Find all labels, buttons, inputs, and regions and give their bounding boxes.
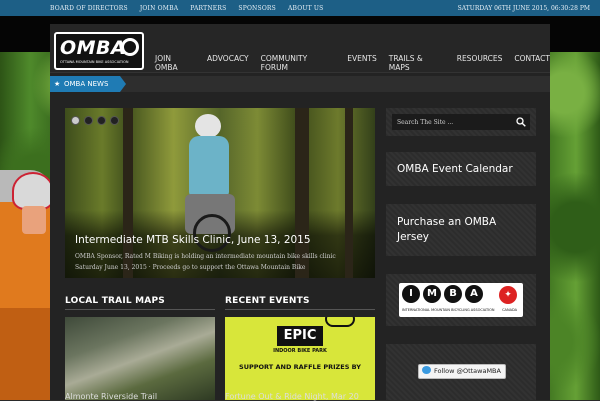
jersey-link[interactable]: Purchase an OMBA Jersey bbox=[397, 215, 496, 245]
imba-letter: A bbox=[465, 285, 483, 303]
top-link-board[interactable]: BOARD OF DIRECTORS bbox=[50, 5, 128, 12]
nav-advocacy[interactable]: ADVOCACY bbox=[207, 54, 249, 72]
main-nav: JOIN OMBA ADVOCACY COMMUNITY FORUM EVENT… bbox=[155, 54, 550, 72]
top-link-about[interactable]: ABOUT US bbox=[288, 5, 324, 12]
section-title-trail-maps: LOCAL TRAIL MAPS bbox=[65, 296, 165, 306]
cyclist-body bbox=[189, 136, 229, 196]
twitter-follow-button[interactable]: Follow @OttawaMBA bbox=[418, 364, 506, 379]
twitter-bird-icon bbox=[422, 366, 431, 374]
trail-map-thumbnail[interactable] bbox=[65, 317, 215, 400]
cyclist-helmet bbox=[195, 114, 221, 138]
bike-icon bbox=[325, 317, 355, 327]
calendar-link[interactable]: OMBA Event Calendar bbox=[397, 162, 513, 177]
jersey-line: Purchase an OMBA bbox=[397, 216, 497, 228]
top-link-sponsors[interactable]: SPONSORS bbox=[238, 5, 276, 12]
twitter-widget: Follow @OttawaMBA bbox=[386, 344, 536, 400]
top-link-partners[interactable]: PARTNERS bbox=[190, 5, 226, 12]
omba-logo[interactable]: OMBA OTTAWA MOUNTAIN BIKE ASSOCIATION bbox=[54, 32, 144, 70]
search-input[interactable] bbox=[392, 114, 512, 130]
news-tab-label: OMBA NEWS bbox=[64, 80, 109, 88]
main-container: OMBA OTTAWA MOUNTAIN BIKE ASSOCIATION JO… bbox=[50, 24, 550, 401]
slider-dot[interactable] bbox=[84, 116, 93, 125]
imba-widget: I M B A ✦ INTERNATIONAL MOUNTAIN BICYCLI… bbox=[386, 274, 536, 326]
logo-subtitle: OTTAWA MOUNTAIN BIKE ASSOCIATION bbox=[60, 60, 129, 64]
section-divider bbox=[65, 309, 215, 310]
featured-slider[interactable]: Intermediate MTB Skills Clinic, June 13,… bbox=[65, 108, 375, 278]
nav-contact[interactable]: CONTACT bbox=[514, 54, 550, 72]
slider-excerpt: OMBA Sponsor, Rated M Biking is holding … bbox=[75, 251, 365, 273]
top-link-join[interactable]: JOIN OMBA bbox=[140, 5, 178, 12]
nav-events[interactable]: EVENTS bbox=[347, 54, 377, 72]
imba-name: INTERNATIONAL MOUNTAIN BICYCLING ASSOCIA… bbox=[402, 308, 495, 312]
slider-excerpt-line: Saturday June 13, 2015 · Proceeds go to … bbox=[75, 264, 306, 271]
imba-logo[interactable]: I M B A ✦ INTERNATIONAL MOUNTAIN BICYCLI… bbox=[399, 283, 523, 317]
imba-letter: M bbox=[423, 285, 441, 303]
section-divider bbox=[225, 309, 375, 310]
imba-country: CANADA bbox=[502, 308, 517, 312]
rider-photo bbox=[0, 170, 54, 400]
slider-title[interactable]: Intermediate MTB Skills Clinic, June 13,… bbox=[75, 234, 311, 246]
follow-label: Follow @OttawaMBA bbox=[434, 367, 501, 375]
top-date: SATURDAY 06TH JUNE 2015, 06:30:28 PM bbox=[457, 5, 590, 12]
site-header: OMBA OTTAWA MOUNTAIN BIKE ASSOCIATION JO… bbox=[50, 24, 550, 73]
search-box bbox=[392, 114, 530, 130]
jersey-widget[interactable]: Purchase an OMBA Jersey bbox=[386, 204, 536, 256]
search-icon[interactable] bbox=[516, 117, 526, 127]
maple-leaf-icon: ✦ bbox=[499, 286, 517, 304]
rider-face bbox=[22, 206, 46, 234]
imba-letter: I bbox=[402, 285, 420, 303]
nav-trails[interactable]: TRAILS & MAPS bbox=[389, 54, 445, 72]
calendar-widget[interactable]: OMBA Event Calendar bbox=[386, 152, 536, 186]
nav-join[interactable]: JOIN OMBA bbox=[155, 54, 195, 72]
news-tab[interactable]: ★ OMBA NEWS bbox=[50, 76, 126, 92]
nav-resources[interactable]: RESOURCES bbox=[457, 54, 503, 72]
section-title-recent-events: RECENT EVENTS bbox=[225, 296, 310, 306]
news-bar: ★ OMBA NEWS bbox=[50, 76, 550, 92]
imba-letter: B bbox=[444, 285, 462, 303]
slider-excerpt-line: OMBA Sponsor, Rated M Biking is holding … bbox=[75, 253, 336, 260]
bike-wheel bbox=[193, 214, 231, 252]
imba-letters: I M B A bbox=[402, 285, 483, 303]
event-logo: EPIC bbox=[277, 326, 323, 346]
search-widget bbox=[386, 108, 536, 136]
rider-helmet bbox=[12, 172, 54, 210]
star-icon: ★ bbox=[54, 80, 61, 88]
top-bar: BOARD OF DIRECTORS JOIN OMBA PARTNERS SP… bbox=[0, 0, 600, 16]
chainring-icon bbox=[121, 38, 139, 56]
slider-dots bbox=[71, 116, 119, 125]
slider-dot[interactable] bbox=[110, 116, 119, 125]
jersey-line: Jersey bbox=[397, 231, 430, 243]
slider-dot[interactable] bbox=[97, 116, 106, 125]
event-thumbnail[interactable]: EPIC INDOOR BIKE PARK SUPPORT AND RAFFLE… bbox=[225, 317, 375, 400]
event-prizes: SUPPORT AND RAFFLE PRIZES BY bbox=[239, 363, 361, 371]
top-links: BOARD OF DIRECTORS JOIN OMBA PARTNERS SP… bbox=[50, 5, 323, 12]
slider-dot[interactable] bbox=[71, 116, 80, 125]
event-subtitle: INDOOR BIKE PARK bbox=[273, 348, 327, 354]
nav-forum[interactable]: COMMUNITY FORUM bbox=[261, 54, 336, 72]
logo-word: OMBA bbox=[60, 37, 127, 59]
